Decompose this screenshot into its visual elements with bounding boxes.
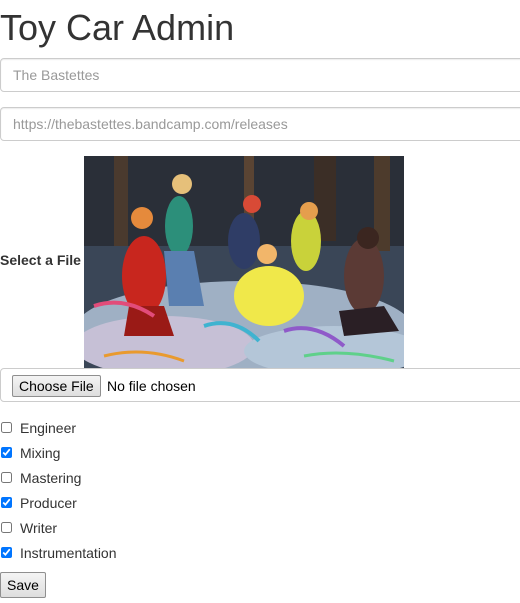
band-artwork-image	[84, 156, 404, 368]
role-instrumentation[interactable]: Instrumentation	[0, 540, 300, 565]
instrumentation-checkbox[interactable]	[1, 547, 12, 558]
mastering-checkbox[interactable]	[1, 472, 12, 483]
writer-checkbox[interactable]	[1, 522, 12, 533]
releases-url-input[interactable]	[0, 107, 520, 141]
role-mastering[interactable]: Mastering	[0, 465, 300, 490]
role-engineer[interactable]: Engineer	[0, 415, 300, 440]
instrumentation-label: Instrumentation	[20, 544, 117, 561]
select-file-label: Select a File	[0, 252, 81, 268]
producer-checkbox[interactable]	[1, 497, 12, 508]
mixing-label: Mixing	[20, 444, 61, 461]
writer-label: Writer	[20, 519, 58, 536]
file-status-text: No file chosen	[107, 378, 196, 394]
file-upload-field: Choose File No file chosen	[0, 368, 520, 402]
engineer-label: Engineer	[20, 419, 77, 436]
engineer-checkbox[interactable]	[1, 422, 12, 433]
admin-page: Toy Car Admin Select a File	[0, 0, 520, 603]
role-mixing[interactable]: Mixing	[0, 440, 300, 465]
producer-label: Producer	[20, 494, 77, 511]
roles-checklist: Engineer Mixing Mastering Producer Write…	[0, 415, 300, 565]
role-producer[interactable]: Producer	[0, 490, 300, 515]
choose-file-button[interactable]: Choose File	[12, 375, 101, 397]
page-title: Toy Car Admin	[0, 7, 235, 48]
band-name-input[interactable]	[0, 58, 520, 92]
mastering-label: Mastering	[20, 469, 82, 486]
mixing-checkbox[interactable]	[1, 447, 12, 458]
save-button[interactable]: Save	[0, 572, 46, 598]
role-writer[interactable]: Writer	[0, 515, 300, 540]
